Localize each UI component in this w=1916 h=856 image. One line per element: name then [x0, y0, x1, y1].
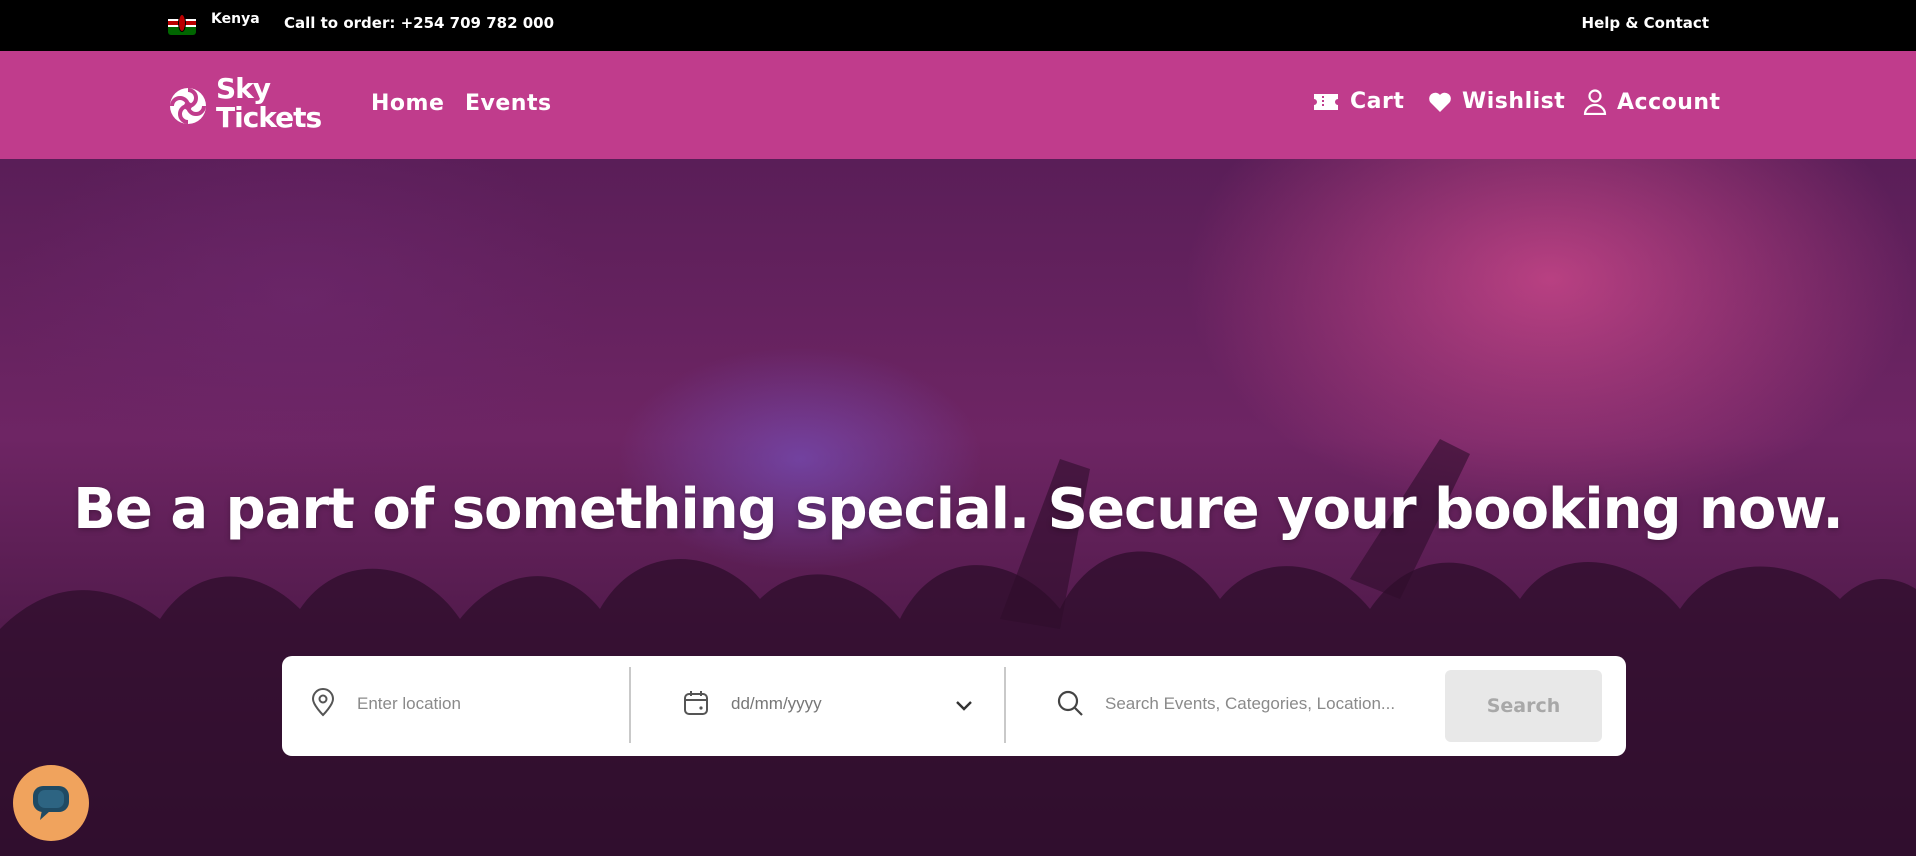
- search-query-input[interactable]: Search Events, Categories, Location...: [1105, 694, 1395, 714]
- logo-line1: Sky: [216, 72, 271, 105]
- wishlist-label: Wishlist: [1462, 89, 1566, 114]
- account-label: Account: [1617, 89, 1721, 115]
- search-button[interactable]: Search: [1445, 670, 1602, 742]
- nav-events-link[interactable]: Events: [465, 91, 552, 116]
- search-divider: [1004, 667, 1006, 743]
- hero-headline: Be a part of something special. Secure y…: [73, 477, 1844, 542]
- ticket-icon: [1314, 93, 1338, 110]
- date-input[interactable]: dd/mm/yyyy: [731, 694, 822, 714]
- chat-icon: [33, 786, 69, 820]
- user-icon: [1583, 89, 1607, 115]
- logo-icon: [170, 88, 206, 124]
- chevron-down-icon[interactable]: [954, 696, 974, 716]
- top-bar: Kenya Call to order: +254 709 782 000 He…: [0, 0, 1916, 51]
- location-pin-icon: [311, 688, 335, 717]
- heart-icon: [1429, 92, 1451, 112]
- search-bar: Enter location dd/mm/yyyy Search Events,…: [282, 656, 1626, 756]
- help-contact-link[interactable]: Help & Contact: [1582, 14, 1709, 32]
- cart-label: Cart: [1350, 89, 1405, 114]
- main-nav: Sky Tickets Home Events Cart Wishlist Ac…: [0, 51, 1916, 159]
- nav-account-link[interactable]: Account: [1583, 89, 1721, 115]
- nav-wishlist-link[interactable]: Wishlist: [1428, 89, 1565, 114]
- logo-text: Sky Tickets: [216, 72, 322, 134]
- nav-cart-link[interactable]: Cart: [1312, 89, 1404, 114]
- location-input[interactable]: Enter location: [357, 694, 461, 714]
- chat-widget-button[interactable]: [13, 765, 89, 841]
- kenya-flag-icon: [168, 11, 196, 35]
- logo-line2: Tickets: [216, 101, 322, 134]
- phone-number: Call to order: +254 709 782 000: [284, 14, 555, 32]
- country-selector[interactable]: Kenya: [211, 11, 260, 27]
- site-logo[interactable]: Sky Tickets: [168, 74, 328, 134]
- calendar-icon: [684, 691, 708, 715]
- search-divider: [629, 667, 631, 743]
- nav-home-link[interactable]: Home: [371, 91, 444, 116]
- search-icon: [1057, 690, 1083, 716]
